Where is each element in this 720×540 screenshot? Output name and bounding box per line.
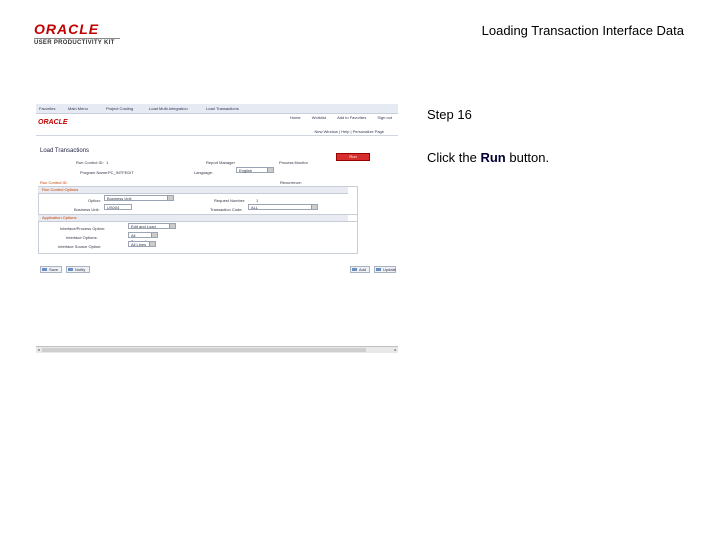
update-label: Update [383,267,396,272]
instr-suffix: button. [505,150,550,165]
logo-brand: ORACLE [34,21,100,37]
update-icon [376,268,381,271]
step-title: Step 16 [427,107,472,122]
report-manager-link[interactable]: Report Manager [206,160,235,165]
program-label: Program Name: [80,170,109,175]
notify-icon [68,268,73,271]
scroll-left-icon[interactable]: ◂ [36,347,41,353]
link-home[interactable]: Home [290,115,301,120]
link-add-favorites[interactable]: Add to Favorites [337,115,366,120]
link-sign-out[interactable]: Sign out [377,115,392,120]
chevron-down-icon [169,224,175,228]
section-application-label: Application Options [42,215,77,220]
instr-bold: Run [480,150,506,165]
link-worklist[interactable]: Worklist [312,115,326,120]
horizontal-scrollbar[interactable]: ◂ ▸ [36,346,398,353]
save-label: Save [49,267,59,272]
language-select[interactable]: English [236,167,274,173]
notify-label: Notify [75,267,86,272]
subbar-links[interactable]: New Window | Help | Personalize Page [315,129,384,134]
top-nav-bar: Favorites Main Menu Project Costing Load… [36,104,398,114]
interface-option-value: Edit and Load [131,224,156,229]
add-label: Add [359,267,367,272]
add-button[interactable]: Add [350,266,370,273]
run-control-value: 1 [106,160,109,165]
language-label: Language: [194,170,213,175]
chevron-down-icon [311,205,317,209]
nav-project-costing[interactable]: Project Costing [106,106,133,111]
step-instruction: Click the Run button. [427,150,549,165]
sub-bar: New Window | Help | Personalize Page [36,128,398,136]
process-group-select[interactable]: ALL [248,204,318,210]
update-button[interactable]: Update [374,266,396,273]
section-run-control-label: Run Control Options [42,187,79,192]
chevron-down-icon [151,233,157,237]
chevron-down-icon [167,196,173,200]
logo-subtitle: USER PRODUCTIVITY KIT [34,40,115,46]
nav-favorites[interactable]: Favorites [39,106,55,111]
nav-load-transactions[interactable]: Load Transactions [206,106,239,111]
process-monitor-link[interactable]: Process Monitor [279,160,308,165]
interface-source-select[interactable]: All Lines [128,241,156,247]
instr-prefix: Click the [427,150,481,165]
business-unit-field[interactable]: US004 [104,204,132,210]
chevron-down-icon [149,242,155,246]
embedded-screenshot: Favorites Main Menu Project Costing Load… [36,104,398,354]
page-title: Load Transactions [40,148,90,154]
run-control-header: Run Control ID: [40,180,68,185]
section-run-control: Run Control Options [38,187,348,194]
notify-button[interactable]: Notify [66,266,90,273]
scroll-thumb[interactable] [42,348,366,352]
add-icon [352,268,357,271]
run-button[interactable]: Run [336,153,370,161]
business-unit-value: US004 [107,205,120,210]
interface-option-label: Interface/Process Option: [60,226,106,231]
process-group-label: Transaction Code: [210,207,243,212]
section-application: Application Options [38,215,348,222]
scroll-right-icon[interactable]: ▸ [393,347,398,353]
program-value: PC_INTFEDIT [108,170,134,175]
document-title: Loading Transaction Interface Data [481,23,684,38]
business-unit-label: Business Unit: [74,207,100,212]
interface-source-label: Interface Source Option: [58,244,102,249]
option-select[interactable]: Business Unit [104,195,174,201]
option-label: Option: [88,198,101,203]
save-button[interactable]: Save [40,266,62,273]
nav-main-menu[interactable]: Main Menu [68,106,88,111]
interface-option-select[interactable]: Edit and Load [128,223,176,229]
option-value: Business Unit [107,196,132,201]
oracle-upk-logo: ORACLE USER PRODUCTIVITY KIT [34,22,124,46]
nav-load-multi[interactable]: Load Multi-Integration [149,106,188,111]
request-value: 1 [256,198,259,203]
interface-status-label: Interface Options: [66,235,98,240]
recurrence-label: Recurrence: [280,180,302,185]
request-label: Request Number: [214,198,246,203]
header-links: Home Worklist Add to Favorites Sign out [280,115,392,120]
inner-oracle-logo: ORACLE [38,119,68,126]
interface-status-select[interactable]: All Transactions [128,232,158,244]
logo-rule [34,38,120,39]
process-group-value: ALL [251,205,259,210]
interface-source-value: All Lines [131,242,147,247]
chevron-down-icon [267,168,273,172]
run-control-label: Run Control ID: [76,160,104,165]
save-icon [42,268,47,271]
language-value: English [239,168,253,173]
